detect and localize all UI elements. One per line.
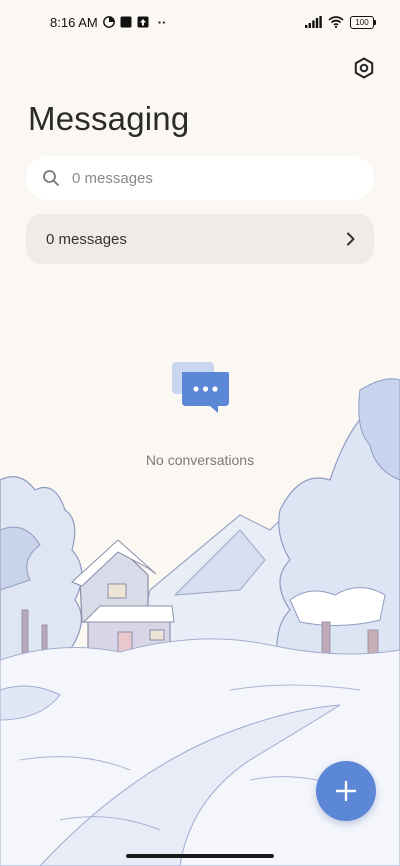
notification-app-icon — [102, 16, 115, 28]
search-icon — [43, 170, 59, 186]
search-input[interactable] — [70, 168, 354, 188]
hexagon-gear-icon — [354, 57, 374, 79]
messages-row-label: 0 messages — [46, 230, 127, 248]
chat-bubbles-icon — [172, 362, 229, 413]
new-message-button[interactable] — [316, 761, 376, 821]
status-more-indicator: ·· — [157, 14, 167, 30]
signal-icon — [305, 16, 322, 28]
plus-icon — [335, 780, 357, 802]
empty-state-text: No conversations — [145, 452, 255, 468]
wifi-icon — [328, 16, 344, 28]
chevron-right-icon — [347, 232, 355, 246]
messages-category-row[interactable]: 0 messages — [26, 214, 374, 264]
status-bar: 8:16 AM ·· 100 — [0, 0, 400, 44]
status-right: 100 — [305, 15, 376, 29]
notification-upload-icon — [137, 16, 149, 28]
search-bar[interactable] — [26, 156, 374, 200]
status-time: 8:16 AM — [50, 14, 98, 30]
battery-icon: 100 — [350, 15, 376, 29]
home-indicator[interactable] — [126, 854, 274, 858]
page-title: Messaging — [28, 100, 190, 137]
status-left: 8:16 AM ·· — [50, 15, 166, 30]
notification-square-icon — [120, 16, 132, 28]
settings-button[interactable] — [350, 54, 378, 82]
